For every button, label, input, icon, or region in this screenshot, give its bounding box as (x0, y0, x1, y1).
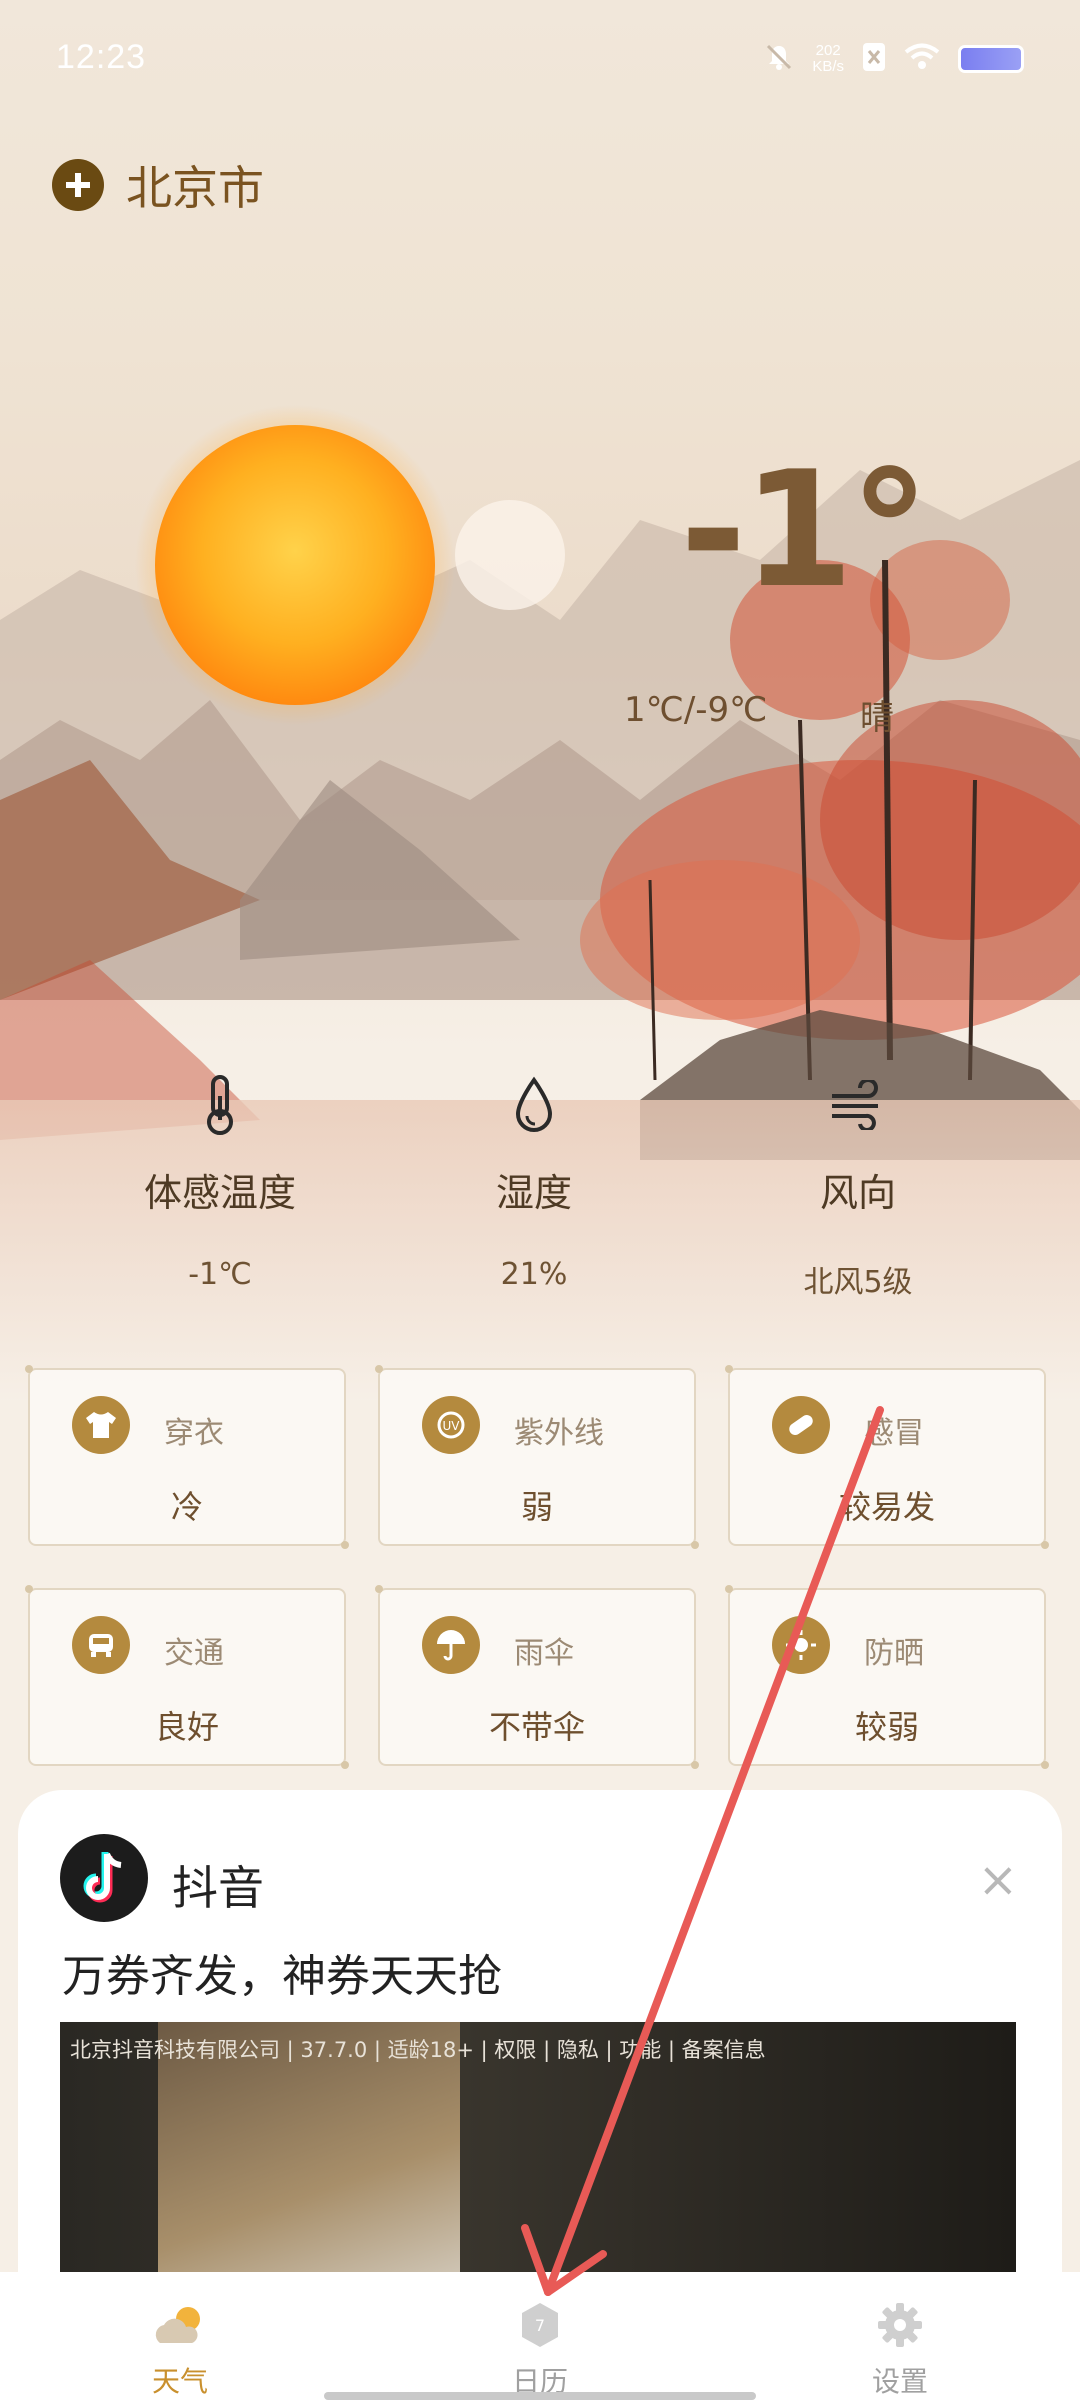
thermometer-icon (90, 1070, 350, 1140)
city-header: 北京市 (52, 152, 264, 218)
net-speed: 202 KB/s (812, 43, 844, 75)
status-time: 12:23 (56, 38, 147, 76)
index-card-traffic[interactable]: 交通 良好 (25, 1585, 349, 1769)
temperature-range: 1℃/-9℃ (624, 690, 768, 730)
umbrella-icon (422, 1616, 480, 1674)
index-value: 弱 (520, 1488, 553, 1526)
water-drop-icon (404, 1070, 664, 1140)
status-icons: 202 KB/s (764, 42, 1024, 76)
index-value: 较易发 (838, 1488, 935, 1526)
index-card-uv[interactable]: UV 紫外线 弱 (375, 1365, 699, 1549)
wind-icon (728, 1070, 988, 1140)
ad-app-name: 抖音 (172, 1861, 264, 1915)
stat-label: 体感温度 (143, 1171, 296, 1215)
nav-label: 设置 (871, 2365, 928, 2398)
uv-icon: UV (422, 1396, 480, 1454)
index-title: 防晒 (864, 1636, 924, 1671)
stat-value: -1℃ (188, 1257, 252, 1292)
settings-icon (800, 2298, 1000, 2352)
home-indicator[interactable] (324, 2392, 756, 2400)
nav-label: 天气 (151, 2365, 208, 2398)
net-speed-unit: KB/s (812, 58, 844, 75)
douyin-logo-icon (60, 1834, 148, 1922)
calendar-icon: 7 (440, 2298, 640, 2352)
ad-slogan: 万券齐发，神券天天抢 (62, 1951, 502, 2002)
net-speed-value: 202 (815, 42, 841, 59)
pill-icon (772, 1396, 830, 1454)
shirt-icon (72, 1396, 130, 1454)
stat-wind: 风向 北风5级 (728, 1070, 988, 1301)
stat-label: 湿度 (495, 1171, 572, 1215)
sun-icon (772, 1616, 830, 1674)
city-name[interactable]: 北京市 (126, 152, 264, 218)
index-value: 良好 (154, 1708, 219, 1746)
car-icon (72, 1616, 130, 1674)
stat-feels-like: 体感温度 -1℃ (90, 1070, 350, 1292)
stat-humidity: 湿度 21% (404, 1070, 664, 1292)
battery-icon (958, 45, 1024, 73)
index-value: 不带伞 (488, 1708, 585, 1746)
mute-bell-icon (764, 42, 794, 76)
index-title: 紫外线 (514, 1416, 604, 1451)
index-title: 雨伞 (514, 1636, 574, 1671)
wifi-icon (904, 43, 940, 75)
nav-calendar[interactable]: 7 日历 (440, 2298, 640, 2400)
bottom-nav: 天气 7 日历 设置 (0, 2272, 1080, 2408)
weather-icon (80, 2298, 280, 2352)
index-title: 感冒 (864, 1416, 924, 1451)
close-icon[interactable]: × (978, 1856, 1018, 1904)
current-temperature: -1° (680, 436, 930, 623)
add-city-button[interactable] (52, 159, 104, 211)
stat-value: 北风5级 (803, 1265, 913, 1300)
index-value: 冷 (170, 1488, 203, 1526)
index-title: 穿衣 (164, 1416, 224, 1451)
weather-condition: 晴 (860, 698, 894, 738)
ad-info-text[interactable]: 北京抖音科技有限公司 | 37.7.0 | 适龄18+ | 权限 | 隐私 | … (70, 2034, 766, 2064)
svg-text:7: 7 (535, 2316, 545, 2335)
index-value: 较弱 (854, 1708, 919, 1746)
stat-value: 21% (500, 1257, 568, 1292)
index-card-sunscreen[interactable]: 防晒 较弱 (725, 1585, 1049, 1769)
index-title: 交通 (164, 1636, 224, 1671)
stat-label: 风向 (819, 1171, 896, 1215)
index-card-cold[interactable]: 感冒 较易发 (725, 1365, 1049, 1549)
nav-weather[interactable]: 天气 (80, 2298, 280, 2400)
sim-x-icon (862, 42, 886, 76)
svg-text:UV: UV (443, 1419, 461, 1433)
index-card-clothing[interactable]: 穿衣 冷 (25, 1365, 349, 1549)
plus-icon (66, 173, 90, 197)
status-bar: 12:23 202 KB/s (0, 0, 1080, 120)
nav-settings[interactable]: 设置 (800, 2298, 1000, 2400)
index-card-umbrella[interactable]: 雨伞 不带伞 (375, 1585, 699, 1769)
